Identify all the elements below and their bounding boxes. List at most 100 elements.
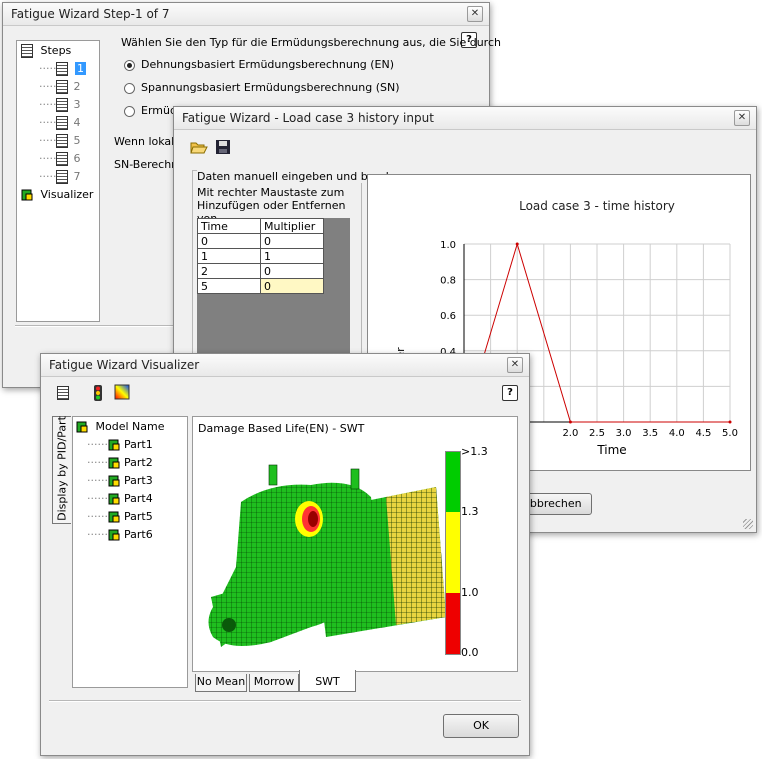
x-tick-label: 2.0 — [562, 428, 578, 439]
info-line-1: Wenn lokale — [114, 135, 181, 148]
table-row: 5 0 — [197, 278, 324, 294]
model-root-label: Model Name — [95, 420, 165, 433]
color-map-icon[interactable] — [114, 384, 130, 400]
visualizer-titlebar[interactable]: Fatigue Wizard Visualizer ✕ — [41, 354, 529, 377]
legend-label-max: >1.3 — [461, 445, 488, 458]
step-window-title: Fatigue Wizard Step-1 of 7 — [11, 7, 170, 21]
multiplier-cell[interactable]: 0 — [260, 263, 324, 279]
display-by-part-tab[interactable]: Display by PID/Part — [52, 416, 71, 524]
legend-label-1-0: 1.0 — [461, 586, 479, 599]
history-header-row: Time Multiplier — [197, 218, 324, 234]
legend-label-0-0: 0.0 — [461, 646, 479, 659]
tree-step-3[interactable]: ····· 3 — [39, 98, 80, 114]
part-icon — [108, 511, 120, 523]
step-label: 5 — [73, 134, 81, 147]
tree-part[interactable]: ······ Part4 — [87, 492, 153, 508]
visualizer-title: Fatigue Wizard Visualizer — [49, 358, 200, 372]
info-line-2: SN-Berechn — [114, 158, 179, 171]
tab-swt[interactable]: SWT — [299, 670, 356, 692]
load-window-close-button[interactable]: ✕ — [734, 110, 750, 126]
time-cell[interactable]: 2 — [197, 263, 261, 279]
step-window-close-button[interactable]: ✕ — [467, 6, 483, 22]
table-row: 0 0 — [197, 233, 324, 249]
legend-green — [446, 452, 460, 512]
tree-part[interactable]: ······ Part3 — [87, 474, 153, 490]
tree-part[interactable]: ······ Part5 — [87, 510, 153, 526]
fe-model-image — [208, 464, 446, 647]
tree-step-1[interactable]: ····· 1 — [39, 62, 86, 78]
option-sn[interactable]: Spannungsbasiert Ermüdungsberechnung (SN… — [124, 81, 400, 94]
resize-grip[interactable] — [743, 519, 753, 529]
tree-step-5[interactable]: ····· 5 — [39, 134, 80, 150]
tree-part[interactable]: ······ Part6 — [87, 528, 153, 544]
traffic-light-icon[interactable] — [90, 384, 106, 402]
radio-other[interactable] — [124, 105, 135, 117]
tree-step-4[interactable]: ····· 4 — [39, 116, 80, 132]
legend-bar — [445, 451, 461, 655]
save-icon[interactable] — [215, 139, 231, 155]
x-tick-label: 4.5 — [695, 428, 711, 439]
y-tick-label: 1.0 — [440, 240, 456, 251]
legend-red — [446, 593, 460, 654]
tab-no-mean[interactable]: No Mean — [195, 674, 247, 692]
visualizer-close-button[interactable]: ✕ — [507, 357, 523, 373]
load-window-titlebar[interactable]: Fatigue Wizard - Load case 3 history inp… — [174, 107, 756, 130]
step-window-titlebar[interactable]: Fatigue Wizard Step-1 of 7 ✕ — [3, 3, 489, 26]
tab-morrow[interactable]: Morrow — [249, 674, 299, 692]
option-sn-label: Spannungsbasiert Ermüdungsberechnung (SN… — [141, 81, 400, 94]
document-icon — [56, 80, 69, 94]
step-label: 7 — [73, 170, 81, 183]
steps-tree: Steps ····· 1 ····· 2 ····· 3 ····· 4 ·····… — [16, 40, 100, 322]
step-label: 1 — [74, 62, 86, 75]
tree-step-6[interactable]: ····· 6 — [39, 152, 80, 168]
multiplier-cell[interactable]: 0 — [260, 278, 324, 294]
x-tick-label: 5.0 — [722, 428, 738, 439]
document-icon — [56, 62, 69, 76]
option-en-label: Dehnungsbasiert Ermüdungsberechnung (EN) — [141, 58, 395, 71]
visualizer-separator — [49, 700, 521, 702]
time-cell[interactable]: 0 — [197, 233, 261, 249]
tree-step-2[interactable]: ····· 2 — [39, 80, 80, 96]
table-row: 1 1 — [197, 248, 324, 264]
part-label: Part4 — [123, 492, 153, 505]
time-cell[interactable]: 5 — [197, 278, 261, 294]
document-icon — [56, 152, 69, 166]
step-label: 2 — [73, 80, 81, 93]
document-icon — [56, 116, 69, 130]
manual-group-label: Daten manuell eingeben und bearb — [197, 170, 395, 183]
display-by-part-label: Display by PID/Part — [55, 416, 69, 521]
multiplier-cell[interactable]: 1 — [260, 248, 324, 264]
y-tick-label: 0.6 — [440, 311, 456, 322]
data-point — [568, 420, 572, 424]
x-tick-label: 4.0 — [669, 428, 685, 439]
visualizer-icon — [21, 189, 33, 201]
ok-button[interactable]: OK — [443, 714, 519, 738]
x-axis-label: Time — [596, 443, 626, 457]
col-header-multiplier[interactable]: Multiplier — [260, 218, 324, 234]
col-header-time[interactable]: Time — [197, 218, 261, 234]
tree-visualizer[interactable]: Visualizer — [21, 188, 93, 204]
load-window-title: Fatigue Wizard - Load case 3 history inp… — [182, 111, 434, 125]
open-folder-icon[interactable] — [190, 139, 208, 155]
time-cell[interactable]: 1 — [197, 248, 261, 264]
tree-part[interactable]: ······ Part2 — [87, 456, 153, 472]
visualizer-help-icon[interactable]: ? — [502, 385, 518, 401]
tree-part[interactable]: ······ Part1 — [87, 438, 153, 454]
document-icon — [21, 44, 33, 58]
report-icon[interactable] — [57, 386, 69, 400]
part-icon — [108, 457, 120, 469]
radio-sn[interactable] — [124, 82, 135, 94]
model-tree: Model Name ······ Part1 ······ Part2 ·····… — [72, 416, 188, 688]
step-label: 3 — [73, 98, 81, 111]
radio-en[interactable] — [124, 59, 135, 71]
part-label: Part1 — [123, 438, 153, 451]
history-table: Time Multiplier 0 0 1 1 2 0 5 0 — [197, 218, 324, 294]
option-en[interactable]: Dehnungsbasiert Ermüdungsberechnung (EN) — [124, 58, 394, 71]
visualizer-window: Fatigue Wizard Visualizer ✕ ? Display by… — [40, 353, 530, 756]
part-icon — [108, 475, 120, 487]
multiplier-cell[interactable]: 0 — [260, 233, 324, 249]
tree-root-steps[interactable]: Steps — [21, 44, 71, 60]
part-label: Part3 — [123, 474, 153, 487]
tree-model-root[interactable]: Model Name — [76, 420, 164, 436]
tree-step-7[interactable]: ····· 7 — [39, 170, 80, 186]
